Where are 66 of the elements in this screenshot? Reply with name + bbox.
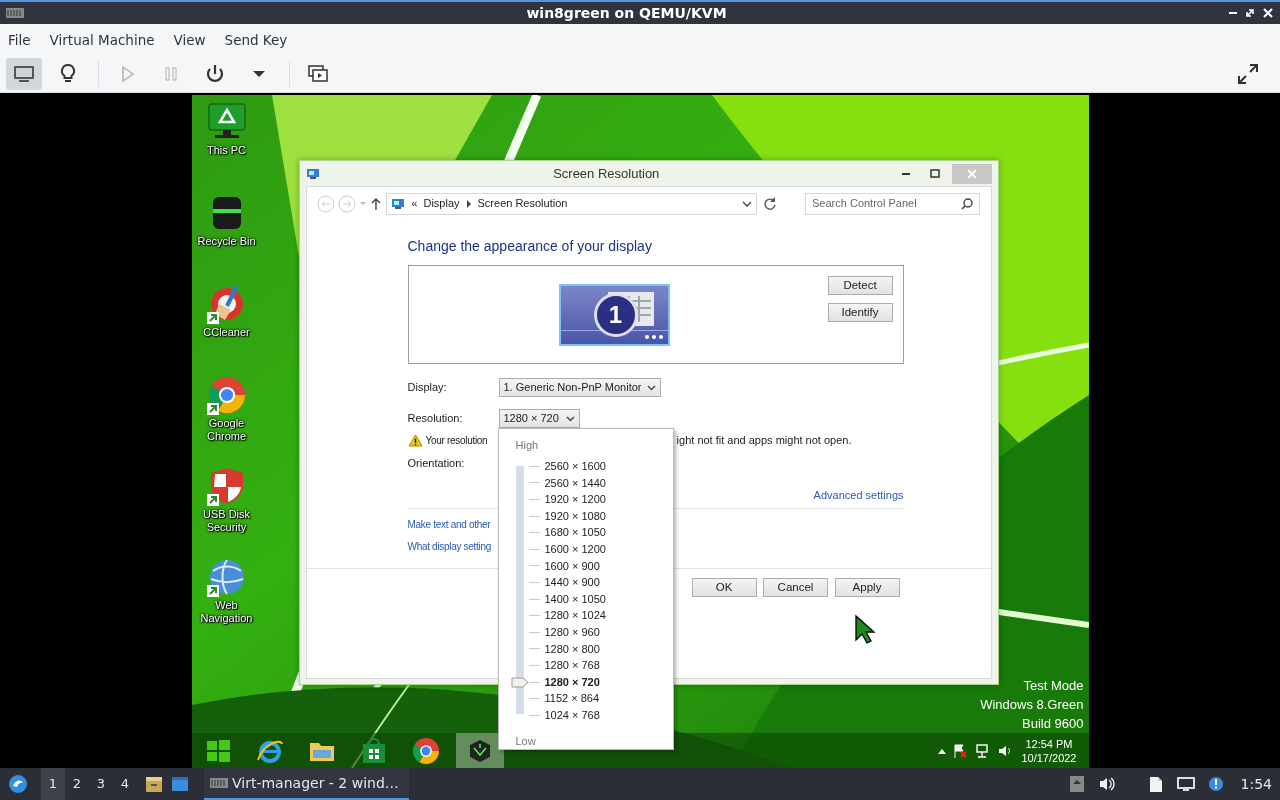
workspace-button[interactable]: 1 [41,768,65,800]
breadcrumb-item[interactable]: Display [423,195,460,212]
slider-end-label: High [515,439,539,451]
display-dropdown[interactable]: 1. Generic Non-PnP Monitor [498,378,662,397]
resolution-option[interactable]: 1024 × 768 [544,706,600,724]
warning-text: ight not fit and apps might not open. [676,433,852,449]
field-label: Resolution: [407,411,464,427]
notice-text: Test Mode [1022,677,1084,695]
icon-label: CCleaner [203,326,250,339]
help-link[interactable]: What display setting [407,541,491,552]
resolution-option[interactable]: 1920 × 1200 [544,491,606,508]
icon-label: Web Navigation [199,599,254,625]
resolution-option[interactable]: 1600 × 900 [544,557,600,575]
monitor-number: 1 [593,293,638,337]
search-box[interactable]: Search Control Panel [805,192,981,215]
icon-label: Google Chrome [205,417,248,443]
monitor-tile[interactable]: 1 [558,284,670,346]
window-title: Screen Resolution [553,165,660,181]
resolution-option[interactable]: 2560 × 1600 [544,458,606,475]
notice-text: Build 9600 [1021,715,1084,733]
address-bar[interactable]: « Display Screen Resolution [386,192,758,215]
resolution-option[interactable]: 1280 × 1024 [544,607,606,624]
resolution-option[interactable]: 1600 × 1200 [544,540,606,558]
clock-time: 12:54 PM [1024,736,1074,751]
workspace-button[interactable]: 3 [89,768,113,800]
advanced-settings-link[interactable]: Advanced settings [813,489,904,501]
workspace-button[interactable]: 4 [113,768,137,800]
dialog-button[interactable]: OK [691,578,757,597]
resolution-option[interactable]: 2560 × 1440 [544,474,606,492]
resolution-option[interactable]: 1400 × 1050 [544,590,606,608]
icon-label: Recycle Bin [197,235,256,248]
resolution-option[interactable]: 1920 × 1080 [544,507,606,525]
field-label: Display: [407,380,448,396]
notice-text: Windows 8.Green [980,696,1084,714]
resolution-dropdown[interactable]: 1280 × 720 [498,409,580,428]
menu-item[interactable]: Virtual Machine [49,29,164,51]
clock-date: 10/17/2022 [1021,750,1077,765]
field-label: Orientation: [407,457,465,469]
menu-item[interactable]: Send Key [224,29,297,51]
menu-item[interactable]: File [8,29,40,51]
panel-clock[interactable]: 1:54 [1240,773,1272,795]
panel-button[interactable]: Identify [827,303,893,322]
resolution-option[interactable]: 1280 × 768 [544,657,600,674]
slider-end-label: Low [515,734,536,747]
dialog-button[interactable]: Apply [834,578,900,597]
menu-item[interactable]: View [173,29,215,51]
system-clock[interactable]: 12:54 PM 10/17/2022 [1013,736,1089,765]
resolution-option[interactable]: 1280 × 800 [544,640,600,658]
panel-button[interactable]: Detect [827,276,893,295]
resolution-option[interactable]: 1280 × 960 [544,623,600,641]
resolution-option[interactable]: 1440 × 900 [544,574,600,591]
section-heading: Change the appearance of your display [407,237,653,256]
dropdown-value: 1280 × 720 [503,411,560,427]
breadcrumb-prefix[interactable]: « [411,195,418,212]
help-link[interactable]: Make text and other [407,519,491,530]
workspace-button[interactable]: 2 [65,768,89,800]
window-title: win8green on QEMU/KVM [526,4,727,21]
breadcrumb-item[interactable]: Screen Resolution [477,195,568,212]
warning-text: Your resolution [425,434,488,448]
resolution-option[interactable]: 1280 × 720 [544,673,600,691]
icon-label: This PC [206,144,247,157]
resolution-option[interactable]: 1152 × 864 [544,690,600,707]
resolution-option[interactable]: 1680 × 1050 [544,524,606,541]
taskbar-window-button[interactable]: Virt-manager - 2 wind… [204,768,409,800]
dialog-button[interactable]: Cancel [763,578,828,597]
icon-label: USB Disk Security [201,508,252,534]
